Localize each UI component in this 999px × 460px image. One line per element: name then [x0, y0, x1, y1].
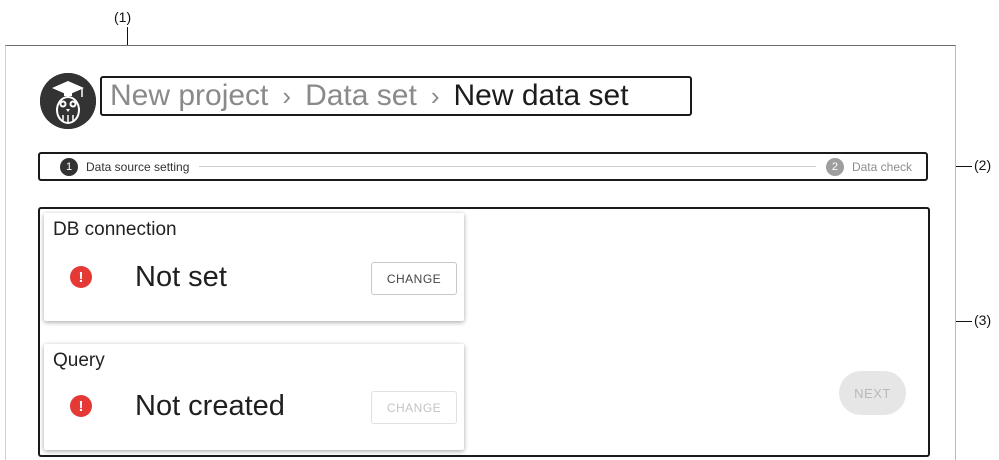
callout-2: (2) — [974, 157, 992, 173]
db-connection-change-button[interactable]: CHANGE — [371, 262, 457, 295]
breadcrumb-item-data-set[interactable]: Data set — [305, 79, 417, 113]
stepper: 1 Data source setting 2 Data check — [38, 152, 928, 181]
query-status: Not created — [135, 390, 285, 422]
step-2-label: Data check — [851, 159, 912, 174]
breadcrumb: New project › Data set › New data set — [100, 76, 692, 116]
step-connector — [199, 166, 816, 167]
db-connection-card: DB connection ! Not set CHANGE — [44, 213, 464, 321]
exclamation-circle-icon: ! — [70, 266, 92, 288]
next-button[interactable]: NEXT — [839, 371, 906, 415]
breadcrumb-item-new-project[interactable]: New project — [110, 79, 268, 113]
callout-1: (1) — [114, 9, 132, 25]
db-connection-status: Not set — [135, 261, 227, 293]
callout-3: (3) — [974, 312, 992, 328]
owl-graduate-logo-icon — [40, 73, 96, 129]
exclamation-circle-icon: ! — [70, 395, 92, 417]
step-1-label: Data source setting — [86, 159, 190, 174]
chevron-right-icon: › — [430, 80, 440, 111]
query-title: Query — [53, 350, 105, 371]
query-change-button[interactable]: CHANGE — [371, 391, 457, 424]
step-2-number: 2 — [825, 157, 844, 176]
query-card: Query ! Not created CHANGE — [44, 344, 464, 450]
step-1-number: 1 — [60, 157, 78, 176]
db-connection-title: DB connection — [53, 219, 177, 240]
breadcrumb-item-new-data-set: New data set — [453, 79, 629, 112]
chevron-right-icon: › — [282, 80, 292, 111]
